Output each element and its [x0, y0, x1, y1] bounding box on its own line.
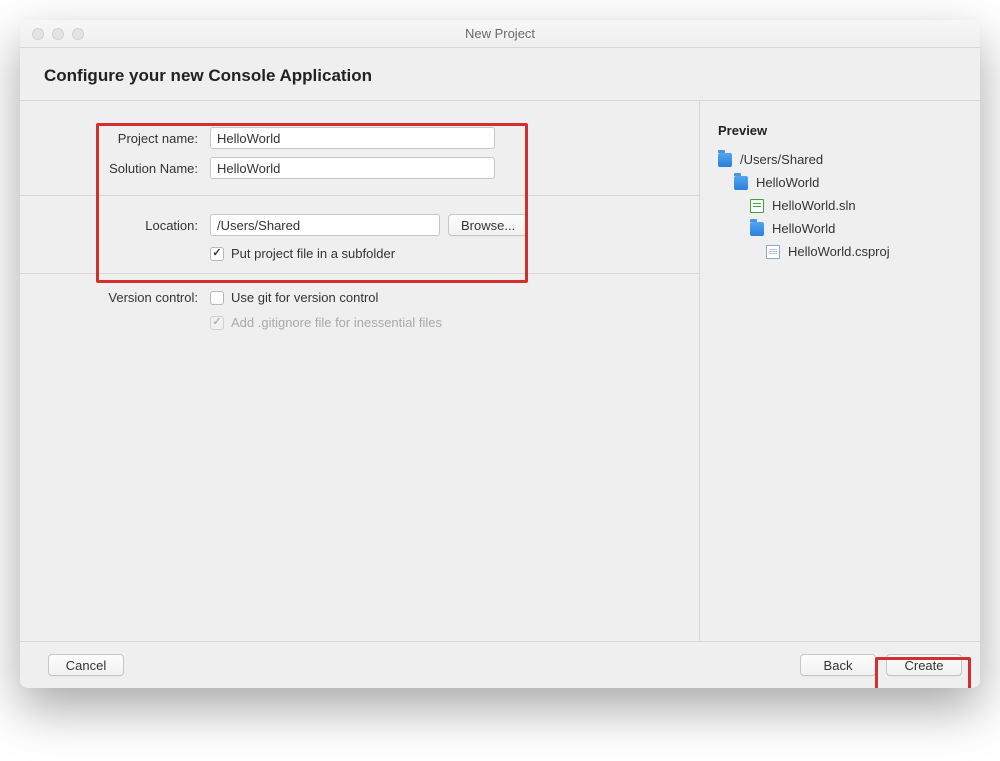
preview-tree-item-label: /Users/Shared: [740, 152, 823, 167]
divider: [20, 273, 699, 274]
titlebar: New Project: [20, 20, 980, 48]
divider: [20, 195, 699, 196]
git-label: Use git for version control: [231, 290, 378, 305]
location-label: Location:: [20, 218, 210, 233]
new-project-window: New Project Configure your new Console A…: [20, 20, 980, 688]
content-area: Project name: Solution Name: Location: B…: [20, 101, 980, 641]
form-panel: Project name: Solution Name: Location: B…: [20, 101, 700, 641]
git-checkbox[interactable]: [210, 291, 224, 305]
location-row: Location: Browse...: [20, 210, 699, 240]
solution-name-input[interactable]: [210, 157, 495, 179]
subfolder-label: Put project file in a subfolder: [231, 246, 395, 261]
gitignore-label: Add .gitignore file for inessential file…: [231, 315, 442, 330]
subfolder-row: Put project file in a subfolder: [20, 246, 699, 261]
preview-heading: Preview: [718, 123, 962, 138]
folder-icon: [750, 222, 764, 236]
gitignore-checkbox: [210, 316, 224, 330]
preview-tree-item-label: HelloWorld.sln: [772, 198, 856, 213]
subfolder-checkbox[interactable]: [210, 247, 224, 261]
solution-name-row: Solution Name:: [20, 153, 699, 183]
solution-name-label: Solution Name:: [20, 161, 210, 176]
preview-tree-item: HelloWorld.sln: [718, 194, 962, 217]
csproj-file-icon: [766, 245, 780, 259]
version-control-label: Version control:: [20, 290, 210, 305]
project-name-label: Project name:: [20, 131, 210, 146]
page-heading: Configure your new Console Application: [20, 48, 980, 101]
preview-tree-item: HelloWorld.csproj: [718, 240, 962, 263]
preview-panel: Preview /Users/Shared HelloWorld HelloWorl…: [700, 101, 980, 641]
version-control-row: Version control: Use git for version con…: [20, 288, 699, 309]
folder-icon: [734, 176, 748, 190]
solution-file-icon: [750, 199, 764, 213]
location-input[interactable]: [210, 214, 440, 236]
create-button[interactable]: Create: [886, 654, 962, 676]
preview-tree-item: /Users/Shared: [718, 148, 962, 171]
project-name-row: Project name:: [20, 123, 699, 153]
cancel-button[interactable]: Cancel: [48, 654, 124, 676]
preview-tree-item: HelloWorld: [718, 171, 962, 194]
footer: Cancel Back Create: [20, 641, 980, 688]
preview-tree: /Users/Shared HelloWorld HelloWorld.sln Hel…: [718, 148, 962, 263]
back-button[interactable]: Back: [800, 654, 876, 676]
folder-icon: [718, 153, 732, 167]
preview-tree-item-label: HelloWorld.csproj: [788, 244, 890, 259]
preview-tree-item-label: HelloWorld: [772, 221, 835, 236]
window-title: New Project: [20, 26, 980, 41]
project-name-input[interactable]: [210, 127, 495, 149]
preview-tree-item: HelloWorld: [718, 217, 962, 240]
browse-button[interactable]: Browse...: [448, 214, 528, 236]
preview-tree-item-label: HelloWorld: [756, 175, 819, 190]
gitignore-row: Add .gitignore file for inessential file…: [20, 315, 699, 330]
